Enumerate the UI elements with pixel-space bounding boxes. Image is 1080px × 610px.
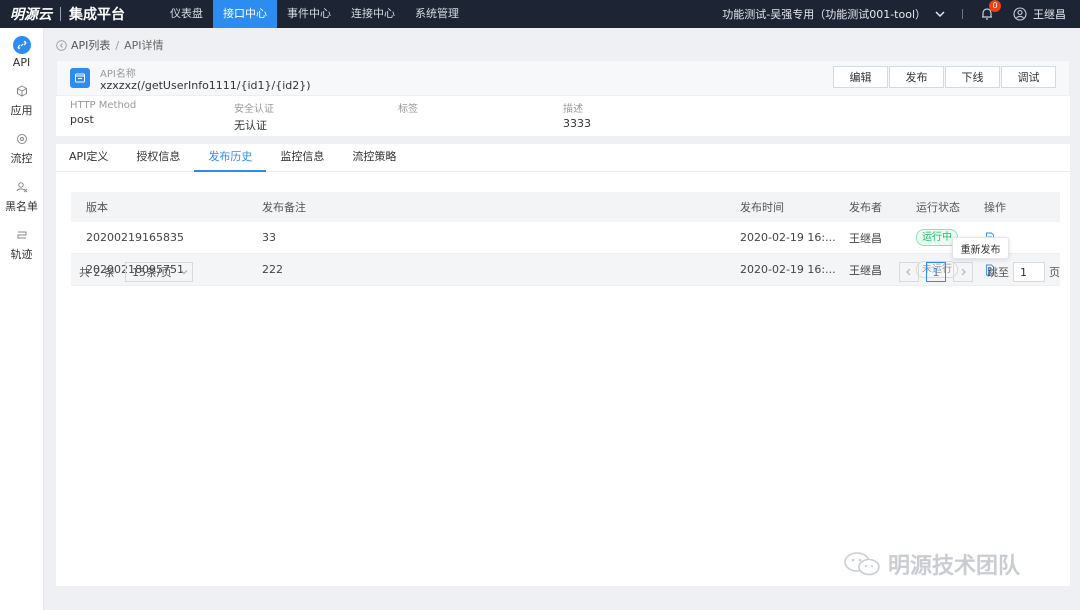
republish-tooltip: 重新发布 — [952, 237, 1009, 259]
sidebar-item-label: 轨迹 — [10, 248, 33, 261]
platform-title: 集成平台 — [69, 7, 125, 23]
page-size-select[interactable]: 15条/页 — [125, 262, 193, 282]
api-header: API名称 xzxzxz(/getUserInfo1111/{id1}/{id2… — [56, 60, 1070, 96]
tab-api-definition[interactable]: API定义 — [69, 144, 122, 172]
brand[interactable]: 明源云 集成平台 — [0, 0, 160, 28]
meta-auth: 安全认证 无认证 — [234, 100, 274, 133]
sidebar-item-label: 黑名单 — [5, 200, 38, 213]
cell-version: 20200219165835 — [86, 231, 184, 244]
nav-item-event-center[interactable]: 事件中心 — [277, 0, 341, 28]
header-divider — [962, 9, 963, 19]
back-circle-icon[interactable] — [56, 39, 67, 51]
meta-label: 描述 — [563, 104, 583, 115]
left-sidebar: API 应用 流控 黑名单 轨迹 — [0, 28, 44, 610]
main-nav: 仪表盘 接口中心 事件中心 连接中心 系统管理 — [160, 0, 469, 28]
meta-label: HTTP Method — [70, 100, 137, 111]
sidebar-item-label: 流控 — [10, 152, 33, 165]
breadcrumb-api-list[interactable]: API列表 — [71, 37, 110, 53]
breadcrumb-separator: / — [115, 38, 120, 52]
cube-icon — [13, 82, 31, 100]
meta-tags: 标签 — [398, 100, 418, 117]
chevron-right-icon — [961, 268, 966, 276]
api-name-value: xzxzxz(/getUserInfo1111/{id1}/{id2}) — [100, 79, 311, 92]
content-area: API列表 / API详情 API名称 xzxzxz(/getUserInfo1… — [56, 34, 1070, 586]
tab-monitoring[interactable]: 监控信息 — [266, 144, 338, 172]
chevron-down-icon[interactable] — [932, 6, 948, 22]
tab-authorization[interactable]: 授权信息 — [122, 144, 194, 172]
header-operation: 操作 — [984, 201, 1006, 214]
table-row: 20200219165835 33 2020-02-19 16:... 王继昌 … — [71, 222, 1060, 254]
watermark-text: 明源技术团队 — [888, 554, 1021, 579]
chevron-down-icon — [180, 270, 188, 275]
cell-note: 33 — [262, 231, 276, 244]
action-buttons: 编辑 发布 下线 调试 — [832, 66, 1056, 88]
top-right-area: 功能测试-吴强专用（功能测试001-tool） 0 王继昌 — [722, 0, 1066, 28]
offline-button[interactable]: 下线 — [945, 66, 1000, 88]
header-version: 版本 — [86, 201, 108, 214]
sidebar-item-api[interactable]: API — [0, 28, 43, 76]
link-icon — [12, 35, 31, 54]
pagination-bar: 共 2 条 15条/页 1 跳至 页 — [79, 262, 1060, 282]
edit-button[interactable]: 编辑 — [833, 66, 888, 88]
brand-divider — [60, 7, 61, 21]
detail-tabs: API定义 授权信息 发布历史 监控信息 流控策略 — [56, 144, 1070, 172]
cell-publisher: 王继昌 — [849, 231, 882, 245]
api-name-label: API名称 — [100, 69, 136, 80]
meta-value: 无认证 — [234, 119, 267, 132]
page-size-value: 15条/页 — [132, 266, 172, 279]
bell-icon[interactable]: 0 — [979, 0, 1001, 22]
meta-label: 安全认证 — [234, 104, 274, 115]
table-header: 版本 发布备注 发布时间 发布者 运行状态 操作 — [71, 192, 1060, 222]
debug-button[interactable]: 调试 — [1001, 66, 1056, 88]
header-note: 发布备注 — [262, 201, 306, 214]
sidebar-item-flow-control[interactable]: 流控 — [0, 124, 43, 172]
sidebar-item-blacklist[interactable]: 黑名单 — [0, 172, 43, 220]
sidebar-item-trace[interactable]: 轨迹 — [0, 220, 43, 268]
detail-panel: API定义 授权信息 发布历史 监控信息 流控策略 版本 发布备注 发布时间 发… — [56, 144, 1070, 586]
next-page-button[interactable] — [953, 262, 973, 282]
top-navbar: 明源云 集成平台 仪表盘 接口中心 事件中心 连接中心 系统管理 功能测试-吴强… — [0, 0, 1080, 28]
watermark: 明源技术团队 — [842, 548, 1020, 580]
meta-label: 标签 — [398, 104, 418, 115]
breadcrumb-api-detail: API详情 — [124, 39, 164, 52]
prev-page-button[interactable] — [899, 262, 919, 282]
flow-icon — [13, 130, 31, 148]
tab-publish-history[interactable]: 发布历史 — [194, 144, 267, 172]
meta-value: post — [70, 113, 94, 126]
header-time: 发布时间 — [740, 201, 784, 214]
meta-value: 3333 — [563, 117, 591, 130]
blacklist-icon — [13, 178, 31, 196]
nav-item-system-management[interactable]: 系统管理 — [405, 0, 469, 28]
breadcrumb: API列表 / API详情 — [56, 34, 1070, 56]
chevron-left-icon — [906, 268, 911, 276]
header-publisher: 发布者 — [849, 201, 882, 214]
pager: 1 跳至 页 — [899, 262, 1060, 282]
page-word: 页 — [1049, 266, 1060, 279]
nav-item-dashboard[interactable]: 仪表盘 — [160, 0, 213, 28]
sidebar-item-label: API — [12, 55, 31, 69]
sidebar-item-label: 应用 — [10, 104, 33, 117]
cell-time: 2020-02-19 16:... — [740, 231, 836, 244]
meta-http-method: HTTP Method post — [70, 100, 136, 126]
wechat-icon — [842, 551, 882, 577]
page-button-current[interactable]: 1 — [926, 262, 946, 282]
nav-item-api-center[interactable]: 接口中心 — [213, 0, 277, 28]
tab-flow-policy[interactable]: 流控策略 — [338, 144, 410, 172]
meta-description: 描述 3333 — [563, 100, 591, 130]
environment-selector[interactable]: 功能测试-吴强专用（功能测试001-tool） — [722, 6, 926, 22]
jump-label: 跳至 — [987, 266, 1009, 279]
user-avatar-icon[interactable] — [1013, 7, 1027, 21]
user-name[interactable]: 王继昌 — [1033, 6, 1066, 22]
publish-button[interactable]: 发布 — [889, 66, 944, 88]
sidebar-item-apps[interactable]: 应用 — [0, 76, 43, 124]
api-meta: HTTP Method post 安全认证 无认证 标签 描述 3333 — [56, 96, 1070, 136]
total-count: 共 2 条 — [79, 266, 115, 279]
notification-badge: 0 — [989, 0, 1001, 12]
jump-page-input[interactable] — [1013, 262, 1045, 282]
trace-icon — [13, 226, 31, 244]
header-status: 运行状态 — [916, 201, 960, 214]
nav-item-connection-center[interactable]: 连接中心 — [341, 0, 405, 28]
brand-logo: 明源云 — [10, 7, 52, 23]
api-window-icon — [70, 68, 90, 88]
